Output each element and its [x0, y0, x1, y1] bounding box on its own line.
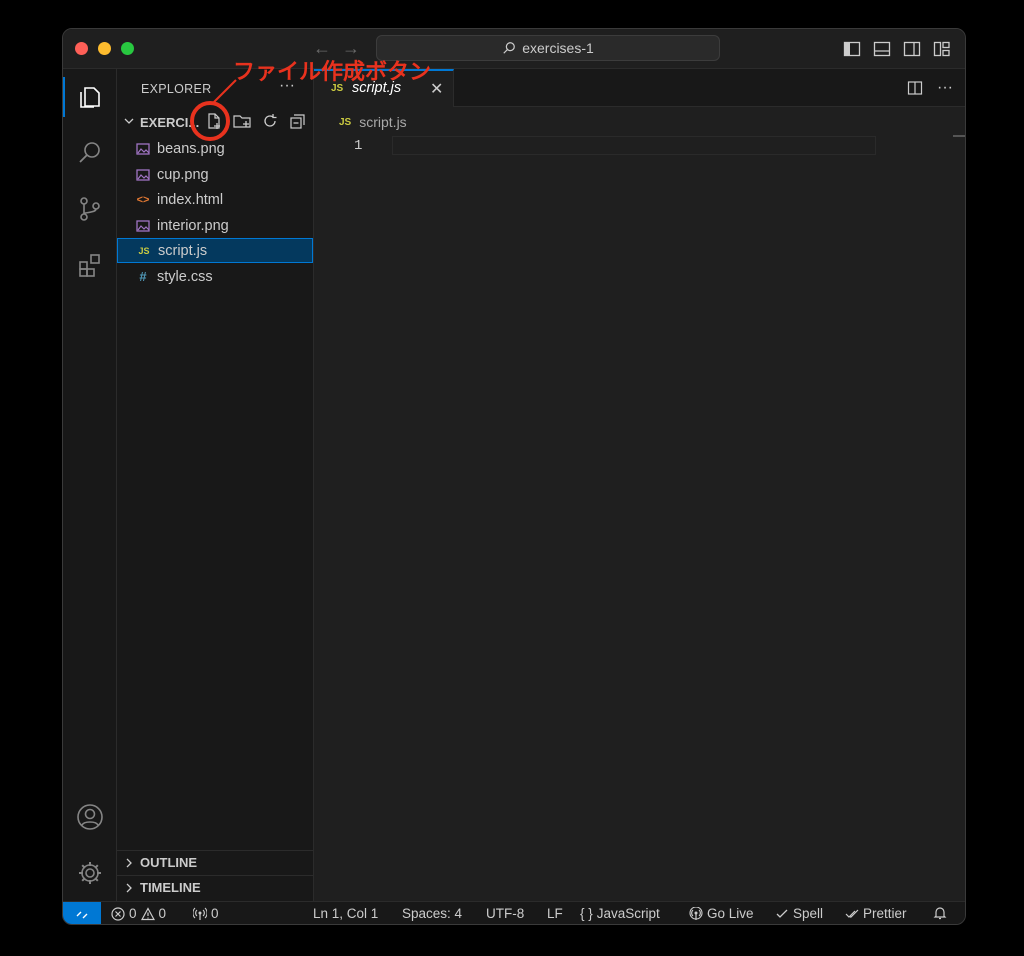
double-check-icon	[845, 909, 859, 918]
minimize-window-button[interactable]	[98, 42, 111, 55]
go-live-button[interactable]: Go Live	[689, 906, 754, 921]
annotation-label: ファイル作成ボタン	[233, 59, 432, 84]
activity-explorer[interactable]	[63, 73, 117, 121]
new-folder-icon[interactable]	[233, 112, 251, 130]
warning-icon	[140, 906, 155, 920]
image-icon	[136, 142, 150, 155]
remote-icon	[76, 911, 88, 918]
check-icon	[776, 909, 788, 918]
explorer-sidebar: EXPLORER ··· EXERCI... beans.png cup.png…	[117, 69, 314, 901]
timeline-label: TIMELINE	[140, 880, 201, 895]
prettier-label: Prettier	[863, 906, 907, 921]
breadcrumb[interactable]: JS script.js	[339, 114, 407, 130]
image-icon	[136, 219, 150, 232]
outline-panel-header[interactable]: OUTLINE	[117, 850, 313, 874]
html-icon: <>	[136, 193, 150, 206]
search-icon	[503, 42, 516, 54]
language-mode[interactable]: { } JavaScript	[580, 906, 660, 921]
search-text: exercises-1	[522, 40, 594, 56]
js-icon: JS	[138, 245, 150, 256]
error-count: 0	[129, 906, 137, 921]
activity-search[interactable]	[63, 129, 117, 177]
toggle-secondary-sidebar-icon[interactable]	[903, 40, 921, 58]
broadcast-icon	[193, 907, 207, 920]
activity-accounts[interactable]	[63, 793, 117, 841]
file-label: interior.png	[157, 217, 229, 234]
customize-layout-icon[interactable]	[933, 40, 951, 58]
activity-manage[interactable]	[63, 849, 117, 897]
ports-indicator[interactable]: 0	[193, 906, 219, 921]
file-item-script-js[interactable]: JS script.js	[117, 238, 313, 263]
ports-count: 0	[211, 906, 219, 921]
language-label: JavaScript	[596, 906, 660, 921]
file-item-style-css[interactable]: # style.css	[117, 264, 313, 289]
notifications[interactable]	[933, 906, 947, 920]
file-label: script.js	[158, 242, 208, 259]
braces-icon: { }	[580, 906, 593, 921]
css-icon: #	[139, 268, 147, 284]
timeline-panel-header[interactable]: TIMELINE	[117, 875, 313, 899]
title-bar: ← → exercises-1	[63, 29, 965, 69]
line-number: 1	[354, 138, 363, 154]
toggle-primary-sidebar-icon[interactable]	[843, 40, 861, 58]
spell-label: Spell	[793, 906, 824, 921]
search-icon	[79, 142, 100, 163]
chevron-down-icon	[124, 118, 134, 124]
zoom-window-button[interactable]	[121, 42, 134, 55]
indentation[interactable]: Spaces: 4	[402, 906, 462, 921]
source-control-icon	[80, 197, 100, 221]
collapse-all-icon[interactable]	[289, 112, 307, 130]
prettier-status[interactable]: Prettier	[845, 906, 907, 921]
chevron-right-icon	[126, 883, 132, 893]
gear-icon	[79, 862, 101, 884]
editor-more-actions[interactable]: ···	[937, 79, 953, 97]
outline-label: OUTLINE	[140, 855, 198, 870]
activity-source-control[interactable]	[63, 185, 117, 233]
file-item-cup-png[interactable]: cup.png	[117, 162, 313, 187]
editor-area: JS script.js ✕ ··· JS script.js 1	[314, 69, 965, 901]
file-label: index.html	[157, 191, 224, 208]
encoding[interactable]: UTF-8	[486, 906, 524, 921]
image-icon	[136, 168, 150, 181]
go-live-label: Go Live	[707, 906, 754, 921]
spell-check[interactable]: Spell	[775, 906, 823, 921]
file-label: style.css	[157, 268, 213, 285]
account-icon	[77, 804, 103, 830]
status-bar: 0 0 0 Ln 1, Col 1 Spaces: 4 UTF-8 LF { }…	[63, 901, 965, 924]
file-item-index-html[interactable]: <> index.html	[117, 187, 313, 212]
warning-count: 0	[158, 906, 167, 921]
extensions-icon	[79, 254, 100, 277]
broadcast-icon	[689, 906, 703, 920]
split-editor-icon[interactable]	[907, 80, 923, 96]
close-icon[interactable]: ✕	[430, 79, 443, 99]
vscode-window: ← → exercises-1 EXPLORER ··· EXERCI... b…	[62, 28, 966, 925]
annotation-circle	[190, 101, 230, 141]
toggle-panel-icon[interactable]	[873, 40, 891, 58]
explorer-title: EXPLORER	[141, 82, 212, 96]
scrollbar-indicator[interactable]	[953, 135, 965, 137]
error-icon	[111, 906, 125, 921]
close-window-button[interactable]	[75, 42, 88, 55]
files-icon	[80, 87, 100, 108]
cursor-position[interactable]: Ln 1, Col 1	[313, 906, 378, 921]
bell-icon	[933, 907, 947, 920]
chevron-right-icon	[126, 858, 132, 868]
remote-indicator[interactable]	[63, 902, 101, 924]
end-of-line[interactable]: LF	[547, 906, 563, 921]
refresh-icon[interactable]	[261, 112, 279, 130]
activity-extensions[interactable]	[63, 241, 117, 289]
activity-bar	[63, 69, 117, 901]
breadcrumb-file: script.js	[359, 114, 407, 130]
js-icon: JS	[339, 116, 352, 128]
file-item-interior-png[interactable]: interior.png	[117, 213, 313, 238]
current-line-highlight[interactable]	[392, 136, 876, 155]
problems-indicator[interactable]: 0 0	[111, 906, 166, 921]
file-label: cup.png	[157, 166, 209, 183]
file-label: beans.png	[157, 140, 225, 157]
